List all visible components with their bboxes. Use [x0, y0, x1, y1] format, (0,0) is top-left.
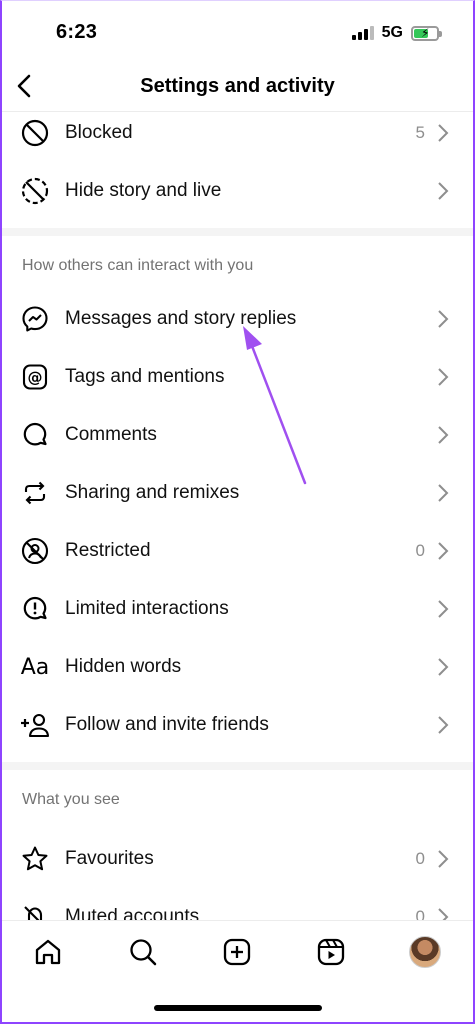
- chevron-right-icon: [437, 483, 451, 503]
- home-icon: [35, 939, 61, 965]
- chevron-right-icon: [437, 181, 451, 201]
- add-post-icon: [223, 938, 251, 966]
- star-icon: [20, 844, 50, 874]
- row-tags-mentions[interactable]: @ Tags and mentions: [0, 348, 475, 406]
- create-tab[interactable]: [220, 935, 254, 969]
- battery-icon: ⚡: [411, 25, 442, 41]
- row-hide-story-live[interactable]: Hide story and live: [0, 162, 475, 220]
- status-indicators: 5G ⚡: [351, 24, 442, 42]
- blocked-icon: [20, 118, 50, 148]
- comment-icon: [20, 420, 50, 450]
- reels-tab[interactable]: [314, 935, 348, 969]
- restricted-icon: [20, 536, 50, 566]
- settings-list: Blocked 5 Hide story and live How others…: [0, 112, 475, 946]
- row-blocked[interactable]: Blocked 5: [0, 104, 475, 162]
- row-messages[interactable]: Messages and story replies: [0, 290, 475, 348]
- alert-bubble-icon: [20, 594, 50, 624]
- row-label: Favourites: [65, 848, 154, 869]
- section-title-see: What you see: [22, 791, 120, 808]
- page-title: Settings and activity: [140, 75, 335, 97]
- avatar: [409, 936, 441, 968]
- row-label: Follow and invite friends: [65, 714, 269, 735]
- chevron-right-icon: [437, 541, 451, 561]
- row-hidden-words[interactable]: Aa Hidden words: [0, 638, 475, 696]
- row-label: Limited interactions: [65, 598, 229, 619]
- row-label: Hidden words: [65, 656, 182, 677]
- row-favourites[interactable]: Favourites 0: [0, 830, 475, 888]
- reels-icon: [317, 938, 345, 966]
- chevron-right-icon: [437, 123, 451, 143]
- network-type: 5G: [381, 24, 403, 41]
- row-comments[interactable]: Comments: [0, 406, 475, 464]
- status-time: 6:23: [56, 21, 98, 43]
- row-count: 0: [415, 541, 425, 560]
- row-label: Blocked: [65, 122, 133, 143]
- chevron-right-icon: [437, 367, 451, 387]
- remix-icon: [20, 478, 50, 508]
- at-sign-icon: @: [20, 362, 50, 392]
- chevron-right-icon: [437, 425, 451, 445]
- svg-text:@: @: [28, 369, 43, 387]
- chevron-right-icon: [437, 715, 451, 735]
- section-title-interact: How others can interact with you: [22, 257, 254, 274]
- row-label: Messages and story replies: [65, 308, 297, 329]
- chevron-right-icon: [437, 657, 451, 677]
- chevron-right-icon: [437, 849, 451, 869]
- row-follow-invite[interactable]: Follow and invite friends: [0, 696, 475, 754]
- row-label: Restricted: [65, 540, 151, 561]
- row-label: Comments: [65, 424, 157, 445]
- chevron-right-icon: [437, 309, 451, 329]
- messenger-icon: [20, 304, 50, 334]
- row-label: Sharing and remixes: [65, 482, 240, 503]
- row-count: 5: [415, 123, 425, 142]
- section-divider: [0, 228, 475, 236]
- row-restricted[interactable]: Restricted 0: [0, 522, 475, 580]
- row-limited-interactions[interactable]: Limited interactions: [0, 580, 475, 638]
- hide-story-icon: [20, 176, 50, 206]
- search-tab[interactable]: [126, 935, 160, 969]
- row-label: Hide story and live: [65, 180, 222, 201]
- search-icon: [130, 939, 157, 966]
- home-tab[interactable]: [31, 935, 65, 969]
- status-bar: 6:23 5G ⚡: [0, 0, 475, 62]
- section-divider: [0, 762, 475, 770]
- row-label: Tags and mentions: [65, 366, 225, 387]
- chevron-right-icon: [437, 599, 451, 619]
- signal-icon: [351, 26, 374, 40]
- text-aa-icon: Aa: [20, 654, 50, 680]
- add-person-icon: [20, 710, 50, 740]
- home-indicator: [154, 1005, 322, 1011]
- row-sharing-remixes[interactable]: Sharing and remixes: [0, 464, 475, 522]
- profile-tab[interactable]: [408, 935, 442, 969]
- row-count: 0: [415, 849, 425, 868]
